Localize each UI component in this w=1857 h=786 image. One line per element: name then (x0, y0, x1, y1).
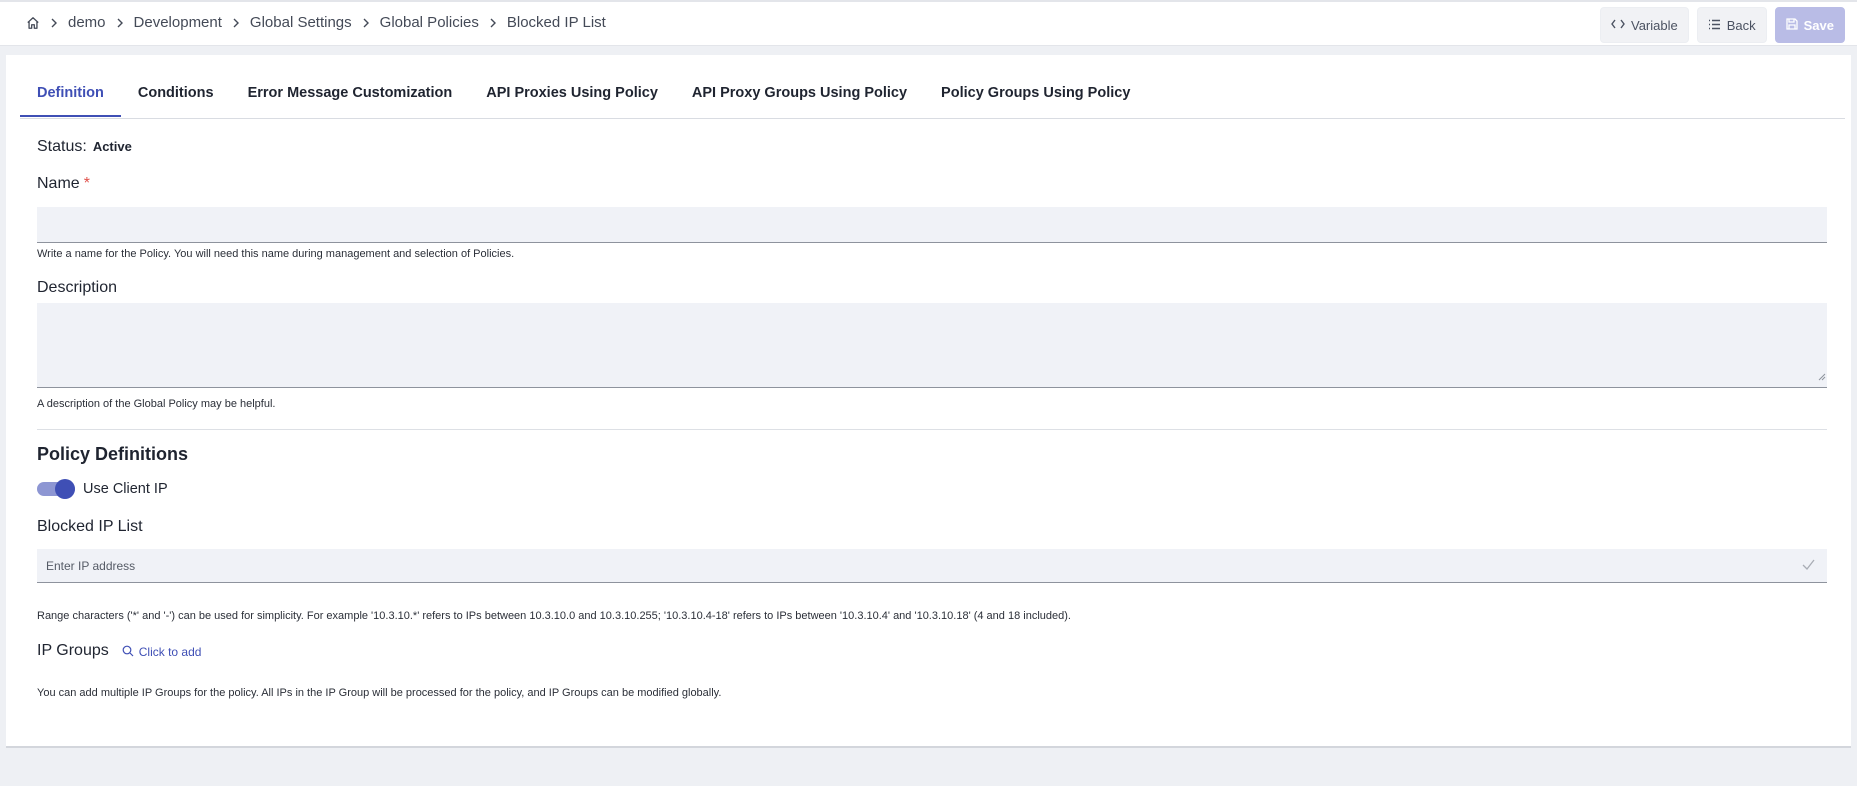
breadcrumb-item-demo[interactable]: demo (68, 14, 106, 31)
resize-handle-icon[interactable] (1818, 368, 1826, 386)
chevron-right-icon (50, 18, 58, 28)
tab-definition[interactable]: Definition (20, 73, 121, 117)
code-icon (1611, 18, 1625, 33)
header-actions: Variable Back Save (1599, 7, 1845, 43)
floppy-disk-icon (1785, 17, 1798, 33)
tab-conditions[interactable]: Conditions (121, 73, 231, 117)
description-label: Description (37, 279, 118, 296)
tab-bar: Definition Conditions Error Message Cust… (20, 73, 1845, 119)
name-label-text: Name (37, 175, 80, 192)
breadcrumb-item-global-settings[interactable]: Global Settings (250, 14, 352, 31)
policy-definitions-title: Policy Definitions (37, 444, 189, 464)
ip-address-placeholder: Enter IP address (46, 558, 136, 573)
breadcrumb-item-development[interactable]: Development (134, 14, 222, 31)
breadcrumb: demo Development Global Settings Global … (26, 14, 606, 31)
home-icon[interactable] (26, 16, 40, 30)
use-client-ip-label: Use Client IP (83, 481, 168, 497)
check-icon[interactable] (1802, 557, 1815, 575)
top-bar: demo Development Global Settings Global … (0, 0, 1857, 46)
status-row: Status: Active (37, 138, 132, 156)
variable-button[interactable]: Variable (1599, 7, 1689, 43)
policy-panel: Definition Conditions Error Message Cust… (6, 55, 1851, 748)
save-button[interactable]: Save (1774, 7, 1845, 43)
section-divider (37, 429, 1827, 430)
search-icon (122, 645, 134, 660)
breadcrumb-item-current: Blocked IP List (506, 14, 606, 31)
ip-groups-row: IP Groups Click to add (37, 642, 201, 660)
back-button-label: Back (1726, 17, 1756, 33)
save-button-label: Save (1803, 17, 1834, 33)
status-badge: Active (92, 139, 132, 154)
tab-policy-groups-using-policy[interactable]: Policy Groups Using Policy (924, 73, 1147, 117)
chevron-right-icon (232, 18, 240, 28)
name-field[interactable] (37, 207, 1827, 243)
required-marker: * (83, 175, 90, 192)
ip-groups-add-label: Click to add (138, 645, 202, 659)
variable-button-label: Variable (1630, 17, 1678, 33)
ip-groups-label: IP Groups (37, 642, 109, 659)
list-icon (1708, 18, 1721, 33)
chevron-right-icon (116, 18, 124, 28)
name-label: Name * (37, 175, 90, 193)
ip-groups-add-button[interactable]: Click to add (122, 645, 202, 660)
toggle-knob (55, 479, 75, 499)
back-button[interactable]: Back (1696, 7, 1767, 43)
breadcrumb-item-global-policies[interactable]: Global Policies (380, 14, 479, 31)
ip-groups-help-text: You can add multiple IP Groups for the p… (37, 687, 722, 699)
chevron-right-icon (489, 18, 497, 28)
blocked-ip-list-label: Blocked IP List (37, 518, 143, 535)
chevron-right-icon (362, 18, 370, 28)
blocked-ip-help-text: Range characters ('*' and '-') can be us… (37, 610, 1071, 622)
description-textarea[interactable] (37, 303, 1827, 388)
description-help-text: A description of the Global Policy may b… (37, 398, 276, 410)
name-help-text: Write a name for the Policy. You will ne… (37, 248, 515, 260)
status-label: Status: (37, 138, 87, 155)
tab-api-proxy-groups-using-policy[interactable]: API Proxy Groups Using Policy (675, 73, 924, 117)
tab-error-message-customization[interactable]: Error Message Customization (231, 73, 470, 117)
tab-api-proxies-using-policy[interactable]: API Proxies Using Policy (469, 73, 675, 117)
use-client-ip-toggle[interactable] (37, 479, 75, 499)
ip-address-input[interactable]: Enter IP address (37, 549, 1827, 583)
use-client-ip-row: Use Client IP (37, 479, 168, 499)
